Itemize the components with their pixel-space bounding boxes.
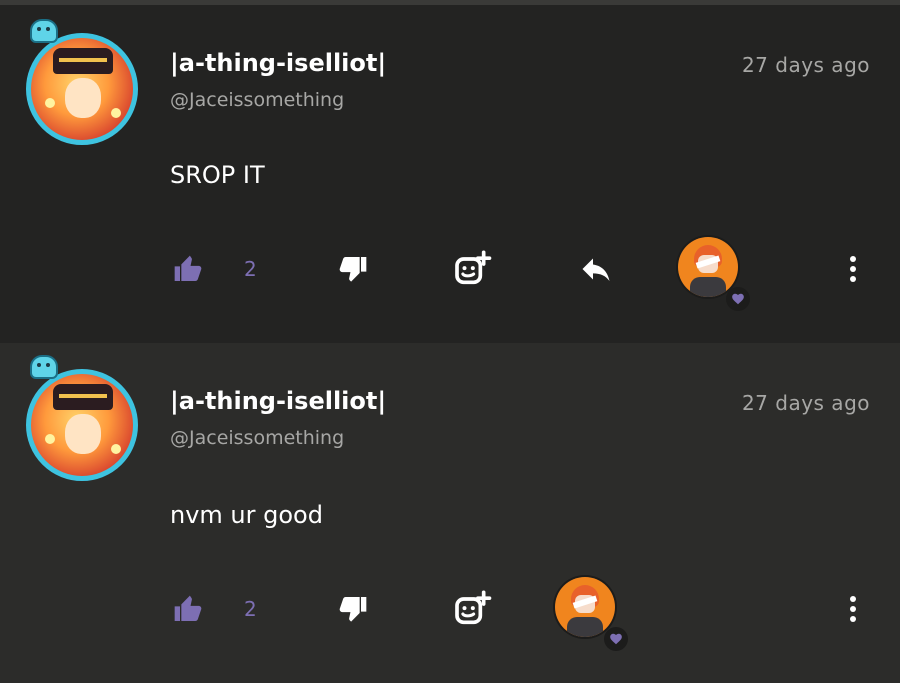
like-count: 2 <box>244 257 257 281</box>
user-avatar[interactable] <box>24 351 154 481</box>
avatar-image <box>26 33 138 145</box>
reply-icon <box>582 258 610 281</box>
username[interactable]: |a-thing-iselliot| <box>170 49 386 77</box>
heart-icon <box>732 293 744 305</box>
add-reaction-icon <box>455 590 492 625</box>
username[interactable]: |a-thing-iselliot| <box>170 387 386 415</box>
comment-card: |a-thing-iselliot| @Jaceissomething 27 d… <box>0 343 900 683</box>
heart-icon <box>610 633 622 645</box>
add-reaction-icon <box>455 250 492 285</box>
more-options-button[interactable] <box>833 589 873 629</box>
like-button[interactable] <box>168 249 208 289</box>
more-vertical-icon <box>850 256 856 282</box>
dislike-button[interactable] <box>333 249 373 289</box>
heart-badge <box>604 627 628 651</box>
reply-button[interactable] <box>576 249 616 289</box>
jellyfish-badge-icon <box>30 355 58 379</box>
timestamp: 27 days ago <box>741 391 870 415</box>
user-avatar[interactable] <box>24 15 154 145</box>
comment-text: SROP IT <box>170 161 265 189</box>
user-handle: @Jaceissomething <box>170 427 345 449</box>
thumbs-up-icon <box>174 595 202 621</box>
comment-actions: 2 <box>0 575 900 651</box>
thumbs-up-icon <box>174 255 202 281</box>
heart-badge <box>726 287 750 311</box>
comment-card: |a-thing-iselliot| @Jaceissomething 27 d… <box>0 5 900 345</box>
thumbs-down-icon <box>339 257 367 282</box>
like-count: 2 <box>244 597 257 621</box>
comment-text: nvm ur good <box>170 501 323 529</box>
like-button[interactable] <box>168 589 208 629</box>
add-reaction-button[interactable] <box>452 249 492 289</box>
comment-actions: 2 <box>0 235 900 311</box>
timestamp: 27 days ago <box>741 53 870 77</box>
more-options-button[interactable] <box>833 249 873 289</box>
add-reaction-button[interactable] <box>452 589 492 629</box>
thumbs-down-icon <box>339 597 367 622</box>
user-handle: @Jaceissomething <box>170 89 345 111</box>
jellyfish-badge-icon <box>30 19 58 43</box>
avatar-image <box>26 369 138 481</box>
more-vertical-icon <box>850 596 856 622</box>
dislike-button[interactable] <box>333 589 373 629</box>
